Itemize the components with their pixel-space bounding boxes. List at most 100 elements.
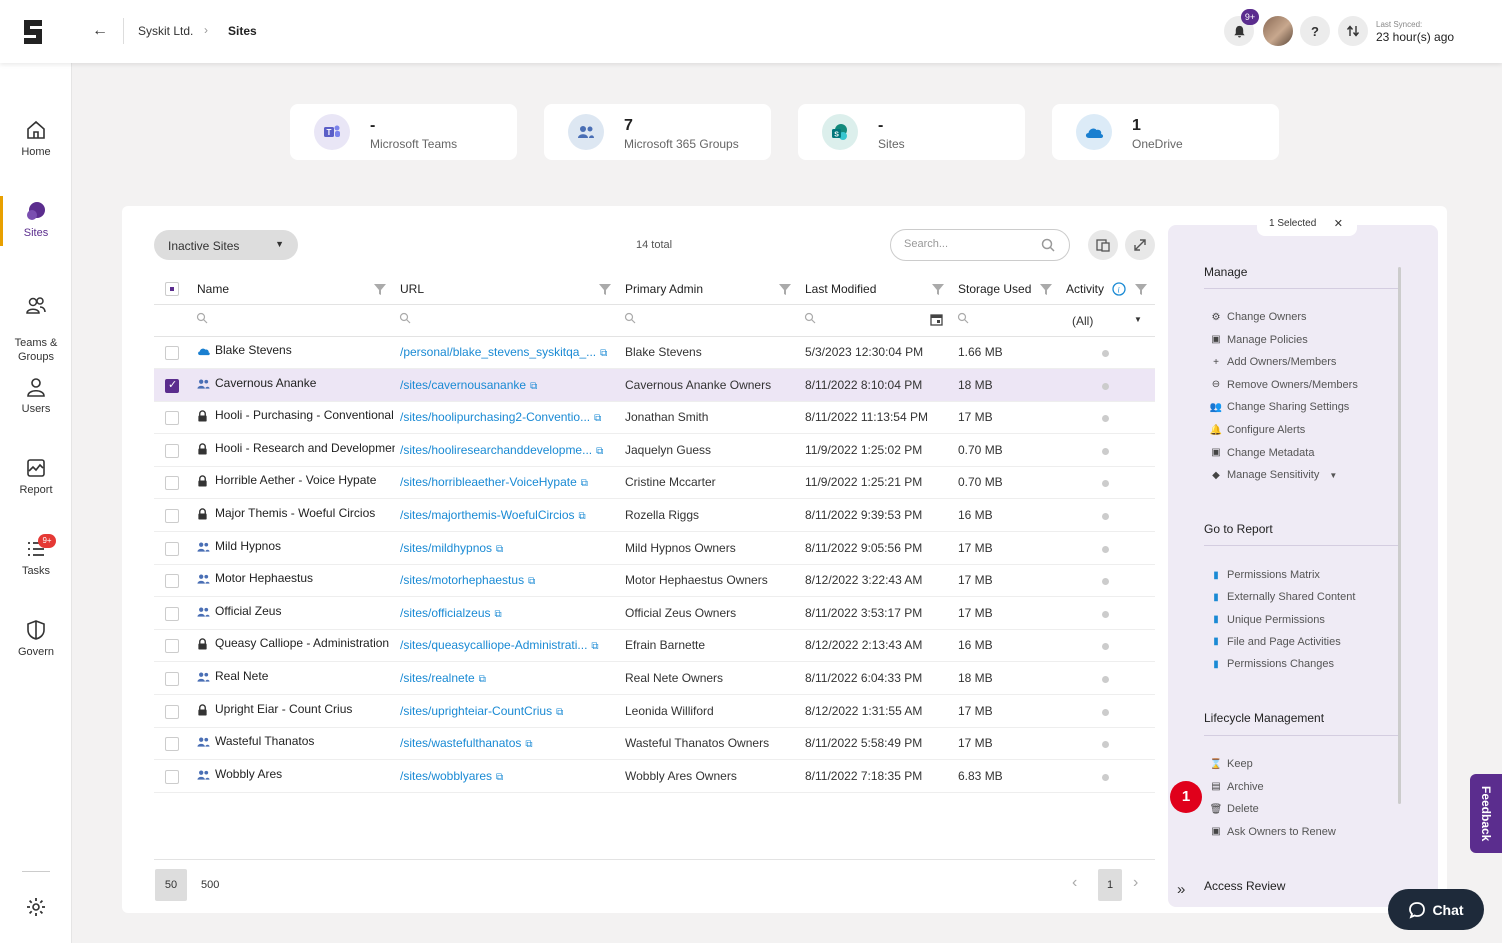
column-header-storage-used[interactable]: Storage Used xyxy=(958,282,1031,296)
avatar[interactable] xyxy=(1263,16,1293,46)
sync-button[interactable] xyxy=(1338,16,1368,46)
action-manage-policies[interactable]: ▣ Manage Policies xyxy=(1210,334,1307,346)
action-keep[interactable]: ⌛ Keep xyxy=(1210,758,1253,770)
table-row[interactable]: Hooli - Research and Development/sites/h… xyxy=(154,434,1155,467)
site-url-link[interactable]: /sites/realnete ⧉ xyxy=(400,671,486,685)
page-size-50-button[interactable]: 50 xyxy=(155,869,187,901)
site-url-link[interactable]: /sites/hooliresearchanddevelopme... ⧉ xyxy=(400,443,603,457)
row-checkbox[interactable] xyxy=(165,411,179,426)
column-header-url[interactable]: URL xyxy=(400,282,424,296)
row-checkbox[interactable] xyxy=(165,574,179,589)
site-url-link[interactable]: /sites/horribleaether-VoiceHypate ⧉ xyxy=(400,475,588,489)
action-delete[interactable]: 🗑 Delete xyxy=(1210,803,1259,815)
feedback-button[interactable]: Feedback xyxy=(1470,774,1502,853)
column-search-icon[interactable] xyxy=(399,312,411,324)
filter-funnel-icon[interactable] xyxy=(373,282,387,296)
row-checkbox[interactable] xyxy=(165,704,179,719)
stat-card-onedrive[interactable]: 1 OneDrive xyxy=(1052,104,1279,160)
table-row[interactable]: Motor Hephaestus/sites/motorhephaestus ⧉ M… xyxy=(154,564,1155,598)
action-manage-sensitivity[interactable]: ◆ Manage Sensitivity ▼ xyxy=(1210,469,1337,481)
action-change-sharing-settings[interactable]: 👥 Change Sharing Settings xyxy=(1210,401,1350,413)
select-all-checkbox[interactable] xyxy=(165,282,179,296)
row-checkbox[interactable] xyxy=(165,476,179,491)
site-url-link[interactable]: /sites/mildhypnos ⧉ xyxy=(400,541,503,555)
table-row[interactable]: Queasy Calliope - Administration/sites/q… xyxy=(154,629,1155,663)
view-filter-dropdown[interactable]: Inactive Sites ▼ xyxy=(154,230,298,260)
stat-card-teams[interactable]: T - Microsoft Teams xyxy=(290,104,517,160)
row-checkbox[interactable] xyxy=(165,769,179,784)
action-change-metadata[interactable]: ▣ Change Metadata xyxy=(1210,447,1314,459)
action-add-owners-members[interactable]: + Add Owners/Members xyxy=(1210,356,1336,368)
settings-gear-icon[interactable] xyxy=(25,896,47,918)
filter-funnel-icon[interactable] xyxy=(1134,282,1148,296)
action-archive[interactable]: ▤ Archive xyxy=(1210,781,1263,793)
table-row[interactable]: Cavernous Ananke/sites/cavernousananke⧉ C… xyxy=(154,368,1155,402)
action-unique-permissions[interactable]: ▮ Unique Permissions xyxy=(1210,614,1325,626)
column-search-icon[interactable] xyxy=(624,312,636,324)
site-url-link[interactable]: /sites/queasycalliope-Administrati... ⧉ xyxy=(400,638,599,652)
table-row[interactable]: Official Zeus/sites/officialzeus ⧉ Officia… xyxy=(154,597,1155,630)
site-url-link[interactable]: /sites/majorthemis-WoefulCircios ⧉ xyxy=(400,508,586,522)
sidebar-item-sites[interactable]: Sites xyxy=(0,196,72,246)
row-checkbox[interactable] xyxy=(165,737,179,752)
syskit-logo-icon[interactable] xyxy=(18,17,48,47)
row-checkbox[interactable] xyxy=(165,346,179,360)
column-header-last-modified[interactable]: Last Modified xyxy=(805,282,876,296)
row-checkbox[interactable] xyxy=(165,443,179,458)
row-checkbox[interactable] xyxy=(165,378,179,393)
column-header-primary-admin[interactable]: Primary Admin xyxy=(625,282,703,296)
table-row[interactable]: Mild Hypnos/sites/mildhypnos ⧉ Mild Hypnos… xyxy=(154,532,1155,565)
action-configure-alerts[interactable]: 🔔 Configure Alerts xyxy=(1210,424,1305,436)
table-row[interactable]: Hooli - Purchasing - Conventional/sites/… xyxy=(154,401,1155,435)
site-url-link[interactable]: /sites/cavernousananke ⧉ xyxy=(400,378,537,392)
row-checkbox[interactable] xyxy=(165,541,179,556)
sidebar-item-tasks[interactable]: 9+ Tasks xyxy=(0,534,72,577)
row-checkbox[interactable] xyxy=(165,509,179,523)
sidebar-item-report[interactable]: Report xyxy=(0,457,72,496)
stat-card-m365-groups[interactable]: 7 Microsoft 365 Groups xyxy=(544,104,771,160)
column-search-icon[interactable] xyxy=(196,312,208,324)
action-ask-owners-to-renew[interactable]: ▣ Ask Owners to Renew xyxy=(1210,826,1336,838)
site-url-link[interactable]: /sites/officialzeus ⧉ xyxy=(400,606,502,620)
next-page-icon[interactable]: › xyxy=(1133,874,1138,892)
filter-funnel-icon[interactable] xyxy=(931,282,945,296)
expand-button[interactable] xyxy=(1125,230,1155,260)
action-remove-owners-members[interactable]: ⊖ Remove Owners/Members xyxy=(1210,379,1358,391)
clear-selection-close-icon[interactable]: ✕ xyxy=(1334,217,1343,230)
filter-funnel-icon[interactable] xyxy=(598,282,612,296)
section-title-access-review[interactable]: Access Review xyxy=(1204,879,1285,893)
site-url-link[interactable]: /personal/blake_stevens_syskitqa_... ⧉ xyxy=(400,345,607,359)
table-row[interactable]: Wasteful Thanatos/sites/wastefulthanatos… xyxy=(154,727,1155,761)
back-arrow-icon[interactable]: ← xyxy=(92,22,108,40)
calendar-icon[interactable] xyxy=(930,313,943,326)
filter-funnel-icon[interactable] xyxy=(1039,282,1053,296)
row-checkbox[interactable] xyxy=(165,639,179,654)
column-chooser-button[interactable] xyxy=(1088,230,1118,260)
sidebar-item-home[interactable]: Home xyxy=(0,119,72,158)
page-size-500-button[interactable]: 500 xyxy=(201,879,219,891)
column-search-icon[interactable] xyxy=(957,312,969,324)
site-url-link[interactable]: /sites/wastefulthanatos ⧉ xyxy=(400,736,533,750)
table-row[interactable]: Blake Stevens/personal/blake_stevens_sys… xyxy=(154,336,1155,369)
activity-filter-select[interactable]: (All) ▼ xyxy=(1066,311,1146,329)
info-icon[interactable]: i xyxy=(1112,282,1126,296)
table-row[interactable]: Horrible Aether - Voice Hypate/sites/hor… xyxy=(154,466,1155,500)
filter-funnel-icon[interactable] xyxy=(778,282,792,296)
column-search-icon[interactable] xyxy=(804,312,816,324)
sidebar-item-users[interactable]: Users xyxy=(0,376,72,415)
action-permissions-changes[interactable]: ▮ Permissions Changes xyxy=(1210,658,1334,670)
sidebar-item-govern[interactable]: Govern xyxy=(0,619,72,658)
action-permissions-matrix[interactable]: ▮ Permissions Matrix xyxy=(1210,569,1320,581)
site-url-link[interactable]: /sites/motorhephaestus ⧉ xyxy=(400,573,535,587)
table-row[interactable]: Major Themis - Woeful Circios/sites/majo… xyxy=(154,499,1155,532)
action-change-owners[interactable]: ⚙ Change Owners xyxy=(1210,311,1307,323)
table-row[interactable]: Real Nete/sites/realnete ⧉ Real Nete Owner… xyxy=(154,662,1155,695)
stat-card-sites[interactable]: S - Sites xyxy=(798,104,1025,160)
action-externally-shared-content[interactable]: ▮ Externally Shared Content xyxy=(1210,591,1355,603)
column-header-activity[interactable]: Activity xyxy=(1066,282,1104,296)
help-button[interactable]: ? xyxy=(1300,16,1330,46)
collapse-panel-double-chevron-icon[interactable]: » xyxy=(1177,881,1185,898)
table-row[interactable]: Upright Eiar - Count Crius/sites/upright… xyxy=(154,695,1155,728)
site-url-link[interactable]: /sites/wobblyares ⧉ xyxy=(400,769,503,783)
prev-page-icon[interactable]: ‹ xyxy=(1072,874,1077,892)
